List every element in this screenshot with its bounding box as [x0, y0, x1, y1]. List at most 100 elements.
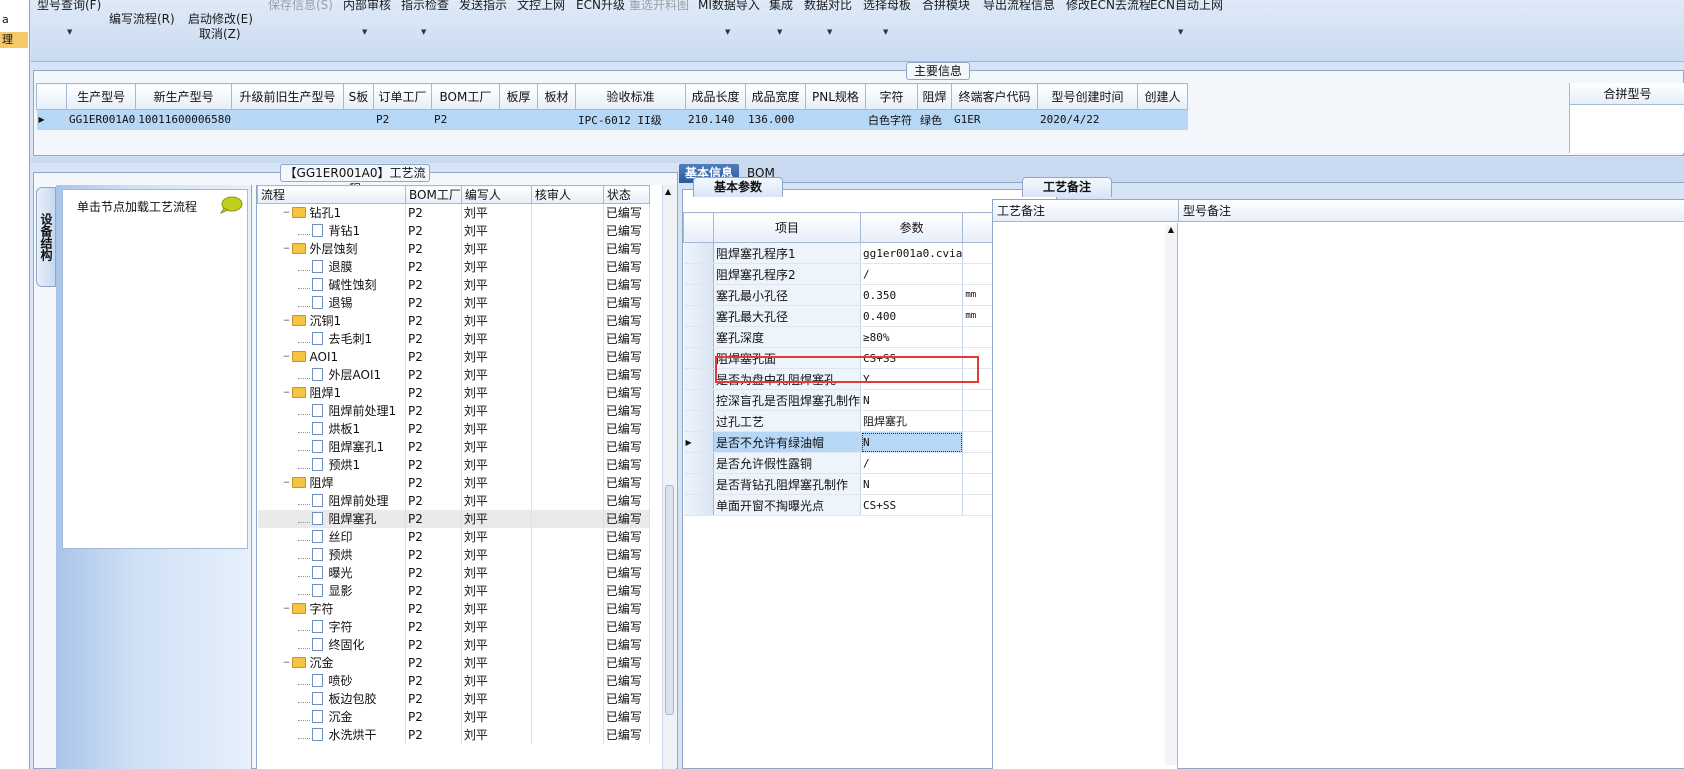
table-cell[interactable]: P2 [405, 653, 462, 672]
table-cell[interactable]: P2 [405, 275, 462, 294]
table-cell[interactable]: 已编写 [603, 455, 650, 474]
column-header[interactable]: 成品宽度 [744, 83, 806, 110]
tree-node-cell[interactable]: − 沉金 [257, 653, 406, 672]
table-cell[interactable]: P2 [405, 599, 462, 618]
tree-row[interactable]: 沉金 P2 刘平 已编写 [257, 707, 650, 726]
table-cell[interactable] [805, 109, 866, 130]
tree-node-cell[interactable]: − 钻孔1 [257, 203, 406, 222]
tree-row[interactable]: 喷砂 P2 刘平 已编写 [257, 671, 650, 690]
save-info-button[interactable]: 保存信息(S) [268, 0, 333, 12]
table-cell[interactable]: P2 [405, 707, 462, 726]
tree-node-cell[interactable]: 去毛刺1 [257, 329, 406, 348]
table-cell[interactable]: P2 [405, 491, 462, 510]
table-cell[interactable] [531, 419, 604, 438]
tree-collapse-icon[interactable]: − [282, 244, 292, 254]
table-cell[interactable] [531, 203, 604, 222]
tree-node-cell[interactable]: 显影 [257, 581, 406, 600]
tree-node[interactable]: − AOI1 [260, 350, 405, 364]
doc-control-online-button[interactable]: 文控上网 [517, 0, 565, 12]
table-cell[interactable]: 已编写 [603, 725, 650, 744]
table-cell[interactable]: 刘平 [461, 203, 532, 222]
process-remark-body[interactable]: ▲ [993, 223, 1178, 769]
table-cell[interactable] [531, 671, 604, 690]
tree-node-cell[interactable]: 板边包胶 [257, 689, 406, 708]
tree-collapse-icon[interactable]: − [282, 352, 292, 362]
column-header[interactable]: 阻焊 [916, 83, 952, 110]
tree-row[interactable]: 碱性蚀刻 P2 刘平 已编写 [257, 275, 650, 294]
table-cell[interactable] [537, 109, 576, 130]
tree-node-cell[interactable]: 阻焊塞孔 [257, 509, 406, 528]
tree-node-cell[interactable]: 预烘1 [257, 455, 406, 474]
tree-node-cell[interactable]: 丝印 [257, 527, 406, 546]
tree-row[interactable]: 外层AOI1 P2 刘平 已编写 [257, 365, 650, 384]
table-cell[interactable]: 刘平 [461, 221, 532, 240]
table-cell[interactable]: 已编写 [603, 275, 650, 294]
table-cell[interactable]: 刘平 [461, 689, 532, 708]
chevron-down-icon[interactable]: ▼ [362, 28, 367, 36]
table-cell[interactable]: 210.140 [685, 109, 746, 130]
tree-node-cell[interactable]: 阻焊前处理 [257, 491, 406, 510]
tree-node-cell[interactable]: − 沉铜1 [257, 311, 406, 330]
tree-node[interactable]: 阻焊塞孔1 [260, 438, 405, 455]
tree-node[interactable]: 沉金 [260, 708, 405, 725]
table-cell[interactable] [531, 563, 604, 582]
table-cell[interactable]: P2 [405, 293, 462, 312]
table-cell[interactable]: 刘平 [461, 671, 532, 690]
table-cell[interactable]: 刘平 [461, 635, 532, 654]
tree-node-cell[interactable]: 终固化 [257, 635, 406, 654]
table-cell[interactable]: 刘平 [461, 365, 532, 384]
model-query-button[interactable]: 型号查询(F) [37, 0, 101, 12]
tree-node-cell[interactable]: − 外层蚀刻 [257, 239, 406, 258]
tree-node[interactable]: 退膜 [260, 258, 405, 275]
tree-node[interactable]: − 阻焊1 [260, 384, 405, 401]
table-cell[interactable] [531, 383, 604, 402]
tree-node[interactable]: 背钻1 [260, 222, 405, 239]
table-cell[interactable]: 刘平 [461, 455, 532, 474]
table-cell[interactable] [531, 365, 604, 384]
merge-module-button[interactable]: 合拼模块 [922, 0, 970, 12]
table-cell[interactable]: 刘平 [461, 257, 532, 276]
tree-row[interactable]: 预烘 P2 刘平 已编写 [257, 545, 650, 564]
column-header[interactable]: 状态 [602, 185, 650, 204]
column-header[interactable]: BOM工厂 [405, 185, 462, 204]
table-cell[interactable]: 已编写 [603, 329, 650, 348]
table-cell[interactable] [531, 311, 604, 330]
table-cell[interactable]: IPC-6012 II级 [575, 109, 686, 130]
table-cell[interactable]: 已编写 [603, 581, 650, 600]
tree-node-cell[interactable]: 碱性蚀刻 [257, 275, 406, 294]
tree-node[interactable]: 烘板1 [260, 420, 405, 437]
chevron-down-icon[interactable]: ▼ [725, 28, 730, 36]
left-nav-item-selected[interactable]: 理 [0, 32, 28, 48]
table-cell[interactable]: 刘平 [461, 347, 532, 366]
param-value[interactable]: N [860, 473, 964, 495]
instruction-check-button[interactable]: 指示检查 [401, 0, 449, 12]
table-cell[interactable] [531, 689, 604, 708]
table-cell[interactable] [531, 527, 604, 546]
table-cell[interactable]: P2 [405, 419, 462, 438]
table-cell[interactable]: 刘平 [461, 239, 532, 258]
table-cell[interactable]: P2 [405, 365, 462, 384]
tree-node[interactable]: 喷砂 [260, 672, 405, 689]
table-cell[interactable] [531, 707, 604, 726]
param-value[interactable]: CS+SS [860, 494, 964, 516]
table-cell[interactable]: P2 [405, 509, 462, 528]
tree-row[interactable]: − 阻焊 P2 刘平 已编写 [257, 473, 650, 492]
tree-node-cell[interactable]: 背钻1 [257, 221, 406, 240]
tab-basic-params[interactable]: 基本参数 [693, 177, 783, 197]
tree-row[interactable]: 阻焊前处理1 P2 刘平 已编写 [257, 401, 650, 420]
tree-node[interactable]: 曝光 [260, 564, 405, 581]
cancel-button[interactable]: 取消(Z) [199, 27, 241, 41]
tree-row[interactable]: 预烘1 P2 刘平 已编写 [257, 455, 650, 474]
table-cell[interactable]: 刘平 [461, 599, 532, 618]
tree-node-cell[interactable]: 阻焊塞孔1 [257, 437, 406, 456]
equipment-structure-tab[interactable]: 设备结构 [36, 187, 56, 287]
table-cell[interactable]: P2 [405, 221, 462, 240]
table-cell[interactable]: 刘平 [461, 545, 532, 564]
tree-node[interactable]: 预烘1 [260, 456, 405, 473]
vertical-scrollbar[interactable]: ▲ [1165, 225, 1177, 765]
column-header[interactable]: 板厚 [498, 83, 538, 110]
table-cell[interactable]: 白色字符 [865, 109, 918, 130]
table-cell[interactable] [531, 437, 604, 456]
table-cell[interactable]: 已编写 [603, 707, 650, 726]
table-cell[interactable] [531, 491, 604, 510]
